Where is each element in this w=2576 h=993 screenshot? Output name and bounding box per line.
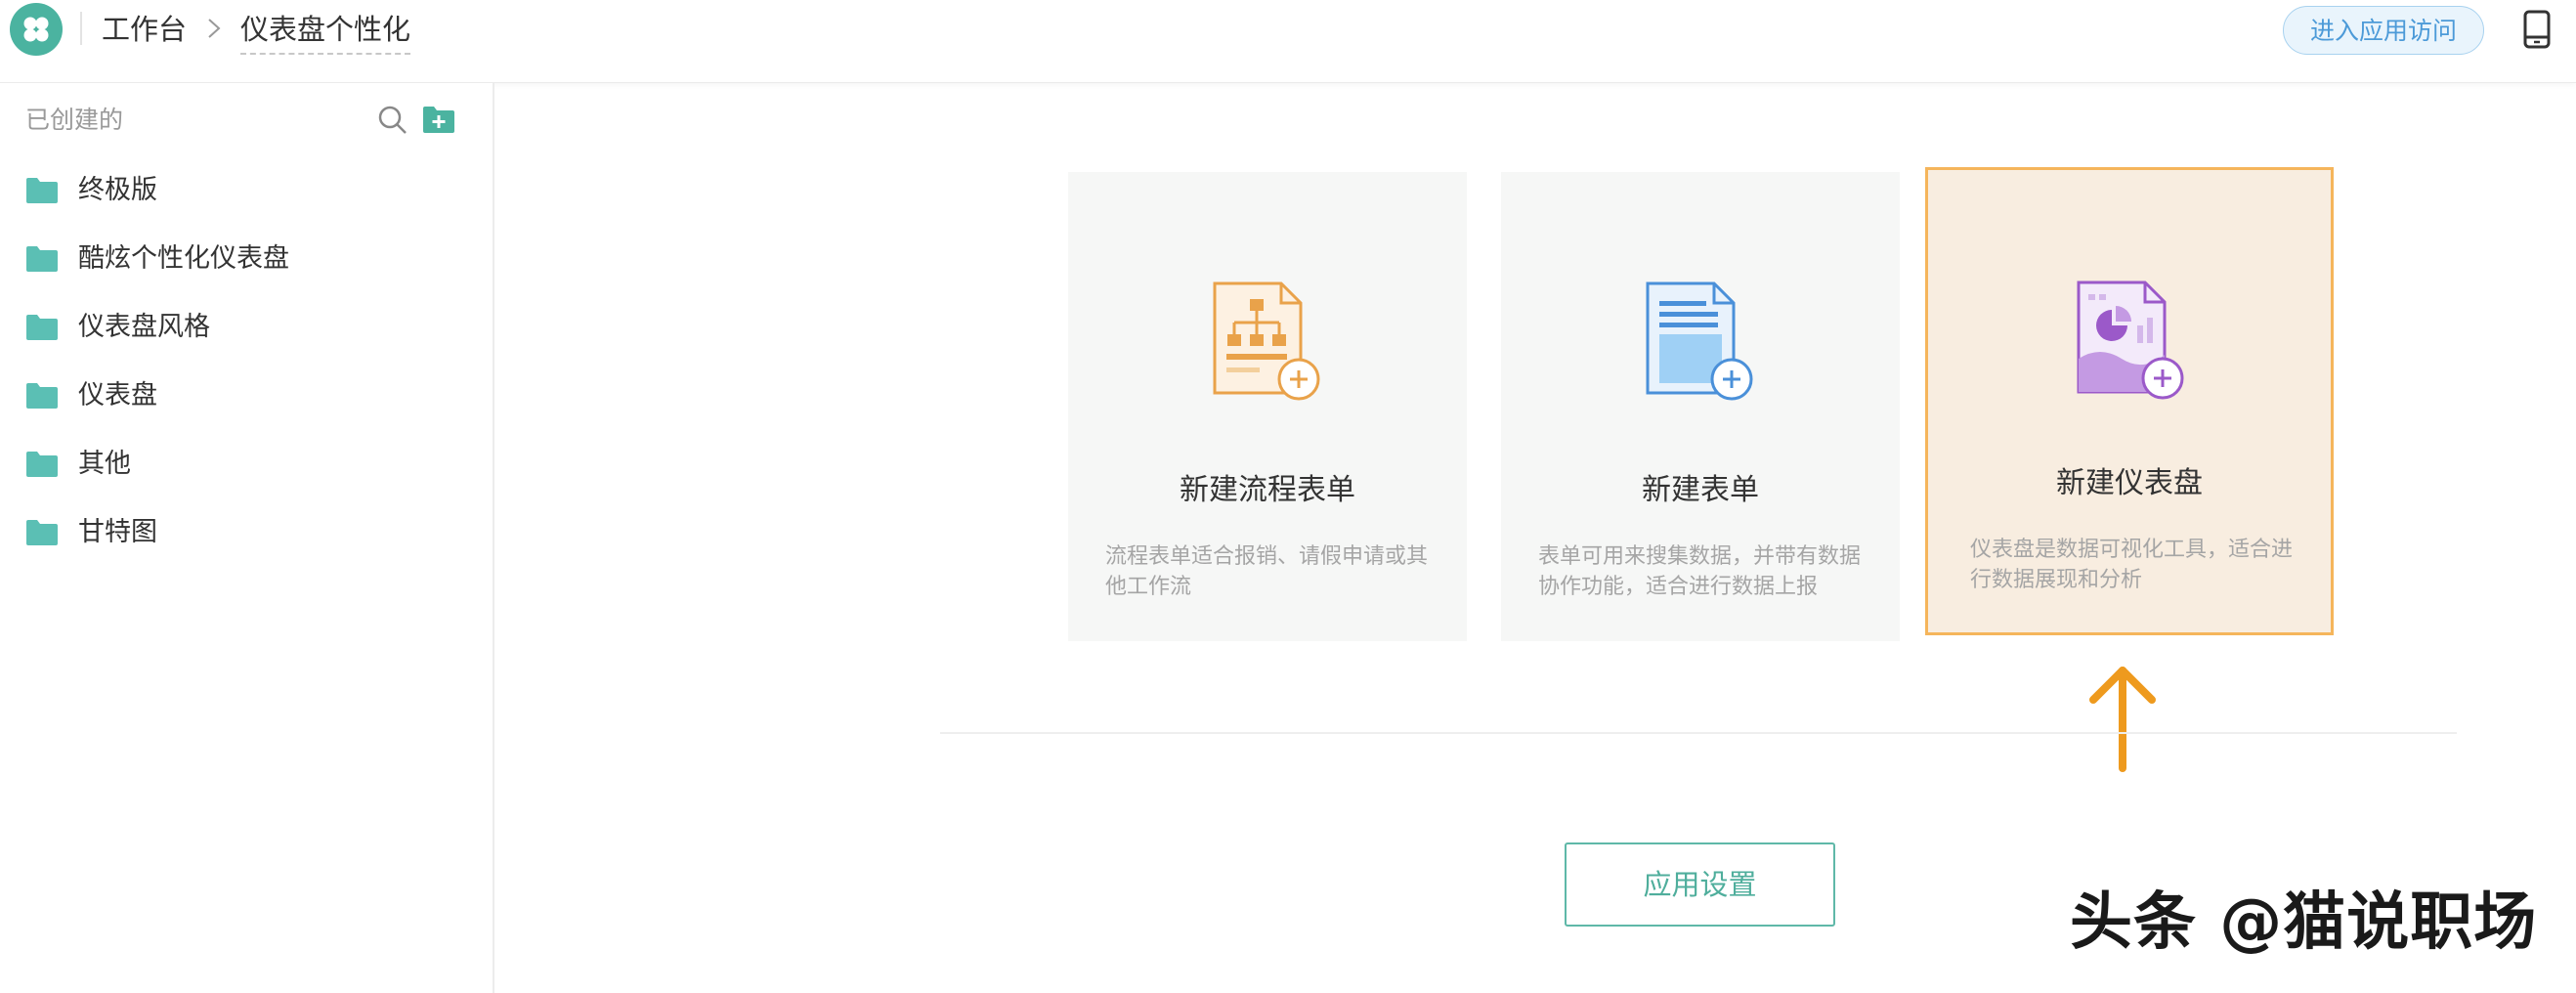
mobile-icon[interactable] <box>2521 10 2553 49</box>
app-logo-icon[interactable] <box>10 3 63 56</box>
folder-icon <box>26 520 58 545</box>
sidebar-item-gantt[interactable]: 甘特图 <box>0 503 489 562</box>
folder-icon <box>26 178 58 203</box>
new-dashboard-card[interactable]: 新建仪表盘 仪表盘是数据可视化工具，适合进行数据展现和分析 <box>1925 167 2334 635</box>
new-flow-form-card[interactable]: 新建流程表单 流程表单适合报销、请假申请或其他工作流 <box>1068 172 1467 641</box>
sidebar-item-ultimate[interactable]: 终极版 <box>0 161 489 220</box>
sidebar-item-cool-dashboard[interactable]: 酷炫个性化仪表盘 <box>0 230 489 288</box>
folder-icon <box>26 315 58 340</box>
sidebar-title: 已创建的 <box>25 106 124 134</box>
breadcrumb-app-name[interactable]: 仪表盘个性化 <box>240 10 411 55</box>
sidebar-item-label: 仪表盘风格 <box>78 312 210 342</box>
enter-app-visit-button[interactable]: 进入应用访问 <box>2283 6 2484 55</box>
new-form-card[interactable]: 新建表单 表单可用来搜集数据，并带有数据协作功能，适合进行数据上报 <box>1501 172 1900 641</box>
sidebar: 已创建的 终极版 酷炫个性化仪表盘 仪表盘风格 仪表盘 其他 甘特图 <box>0 83 494 993</box>
card-description: 仪表盘是数据可视化工具，适合进行数据展现和分析 <box>1970 538 2294 592</box>
header-divider <box>80 12 82 45</box>
sidebar-item-label: 甘特图 <box>78 517 157 547</box>
app-settings-button[interactable]: 应用设置 <box>1565 842 1835 927</box>
flow-form-icon <box>1213 281 1320 401</box>
card-description: 流程表单适合报销、请假申请或其他工作流 <box>1105 544 1429 599</box>
add-folder-icon[interactable] <box>422 105 455 134</box>
sidebar-item-label: 酷炫个性化仪表盘 <box>78 243 289 274</box>
folder-icon <box>26 383 58 409</box>
watermark: 头条 @猫说职场 <box>2070 886 2538 959</box>
search-icon[interactable] <box>377 105 408 136</box>
section-divider <box>940 732 2457 734</box>
arrow-up-icon <box>2085 663 2160 774</box>
card-title: 新建表单 <box>1642 473 1759 507</box>
sidebar-item-other[interactable]: 其他 <box>0 435 489 494</box>
sidebar-item-label: 其他 <box>78 449 131 479</box>
breadcrumb-workbench[interactable]: 工作台 <box>102 10 187 49</box>
folder-icon <box>26 246 58 272</box>
top-header: 工作台 仪表盘个性化 进入应用访问 <box>0 0 2576 83</box>
sidebar-item-label: 仪表盘 <box>78 380 157 410</box>
card-description: 表单可用来搜集数据，并带有数据协作功能，适合进行数据上报 <box>1538 544 1862 599</box>
sidebar-item-dashboard[interactable]: 仪表盘 <box>0 367 489 425</box>
folder-icon <box>26 452 58 477</box>
card-title: 新建流程表单 <box>1180 473 1355 507</box>
dashboard-icon <box>2077 281 2184 400</box>
form-icon <box>1646 281 1753 401</box>
card-title: 新建仪表盘 <box>2056 466 2203 500</box>
sidebar-item-dashboard-style[interactable]: 仪表盘风格 <box>0 298 489 357</box>
chevron-right-icon <box>208 19 221 38</box>
sidebar-item-label: 终极版 <box>78 175 157 205</box>
